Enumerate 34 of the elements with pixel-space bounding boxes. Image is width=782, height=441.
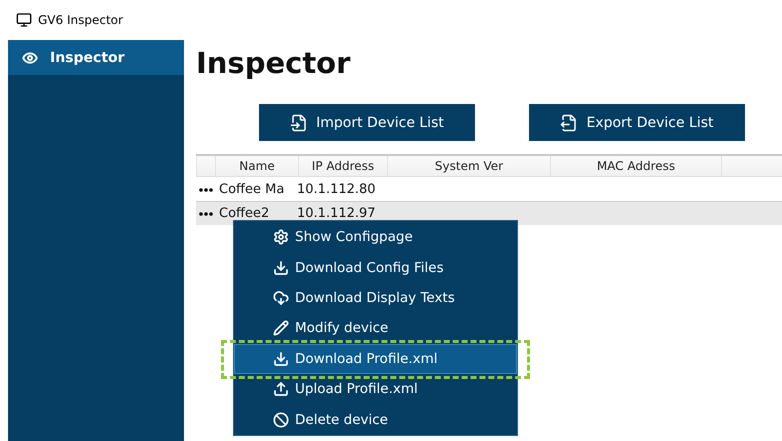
more-icon[interactable] [199, 188, 213, 192]
window-title: GV6 Inspector [38, 13, 123, 27]
edit-icon [273, 320, 289, 336]
table-cell-text: Coffee2 [219, 206, 270, 221]
upload-icon [273, 381, 289, 398]
download-icon [273, 350, 289, 367]
cloud-icon [273, 290, 289, 306]
more-icon[interactable] [199, 212, 213, 216]
table-row[interactable]: Coffee2 10.1.112.97 [196, 201, 782, 225]
monitor-icon [16, 12, 32, 28]
menu-item[interactable]: Show Configpage [234, 222, 517, 252]
menu-item[interactable]: Upload Profile.xml [234, 374, 517, 405]
export-button[interactable]: Export Device List [529, 104, 745, 141]
import-button[interactable]: Import Device List [259, 104, 475, 141]
eye-icon [22, 50, 38, 66]
menu-item[interactable]: Delete device [234, 404, 517, 435]
sidebar-item[interactable]: Inspector [8, 40, 184, 75]
table-cell-text: 10.1.112.80 [297, 182, 377, 197]
file-arrow-icon [560, 114, 578, 132]
download-icon [273, 260, 289, 276]
table-cell-text: 10.1.112.97 [297, 206, 377, 221]
menu-item[interactable]: Download Profile.xml [234, 344, 517, 374]
delete-icon [273, 412, 289, 428]
menu-item[interactable]: Modify device [234, 313, 517, 344]
table-cell-text: Coffee Ma [219, 182, 286, 197]
column-header[interactable]: MAC Address [550, 156, 721, 176]
menu-item[interactable]: Download Config Files [234, 252, 517, 283]
column-header[interactable]: System Ver [387, 156, 550, 176]
file-arrow-icon [290, 114, 308, 132]
column-header[interactable]: IP Address [298, 156, 387, 176]
page-heading: Inspector [196, 46, 352, 82]
column-header[interactable]: Name [215, 156, 298, 176]
settings-icon [273, 229, 289, 246]
menu-item[interactable]: Download Display Texts [234, 282, 517, 314]
